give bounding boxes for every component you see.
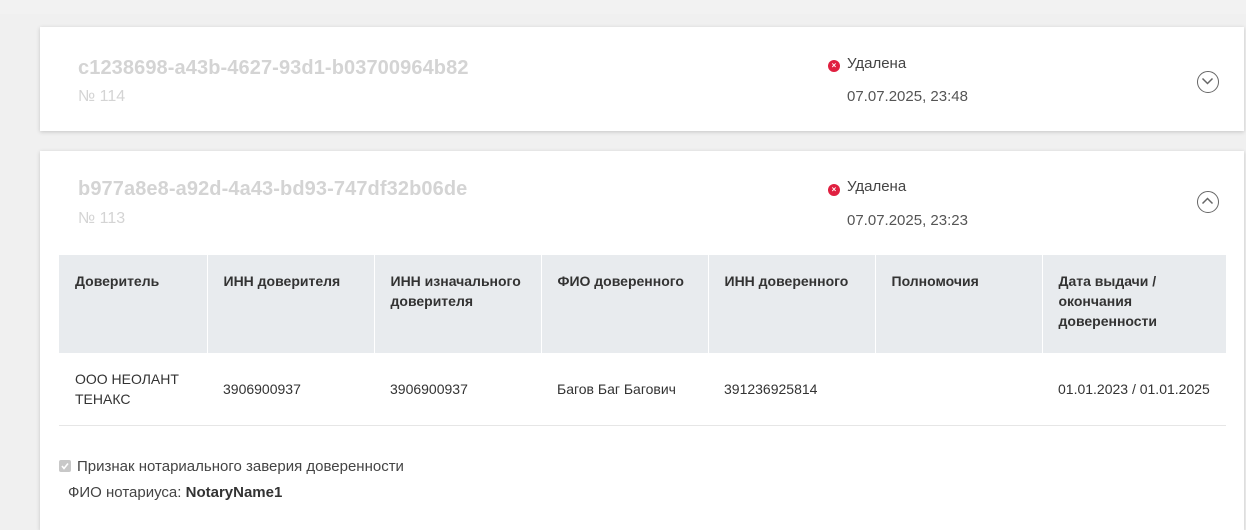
chevron-up-circle-icon[interactable] bbox=[1197, 191, 1219, 213]
status-date: 07.07.2025, 23:23 bbox=[847, 212, 968, 229]
column-header-principal-inn: ИНН доверителя bbox=[207, 255, 375, 353]
checkbox-checked-icon bbox=[59, 460, 71, 472]
column-header-attorney-name: ФИО доверенного bbox=[541, 255, 709, 353]
card-number: № 114 bbox=[78, 88, 126, 105]
notary-flag: Признак нотариального заверия довереннос… bbox=[59, 458, 404, 475]
column-header-dates: Дата выдачи / окончания доверенности bbox=[1042, 255, 1226, 353]
notary-flag-label: Признак нотариального заверия довереннос… bbox=[77, 458, 404, 475]
attorney-table: Доверитель ИНН доверителя ИНН изначально… bbox=[59, 255, 1226, 426]
table-header-row: Доверитель ИНН доверителя ИНН изначально… bbox=[59, 255, 1226, 353]
column-header-principal: Доверитель bbox=[59, 255, 208, 353]
status-deleted-icon: × bbox=[828, 184, 840, 196]
card-id: c1238698-a43b-4627-93d1-b03700964b82 bbox=[78, 57, 469, 79]
status-label: Удалена bbox=[847, 55, 907, 72]
card-id: b977a8e8-a92d-4a43-bd93-747df32b06de bbox=[78, 178, 468, 200]
cell-original-principal-inn: 3906900937 bbox=[374, 353, 541, 426]
chevron-down-circle-icon[interactable] bbox=[1197, 71, 1219, 93]
cell-principal: ООО НЕОЛАНТ ТЕНАКС bbox=[59, 353, 207, 426]
cell-principal-inn: 3906900937 bbox=[207, 353, 374, 426]
cell-dates: 01.01.2023 / 01.01.2025 bbox=[1042, 353, 1226, 426]
status-label: Удалена bbox=[847, 178, 907, 195]
cell-attorney-name: Багов Баг Багович bbox=[541, 353, 708, 426]
cell-attorney-inn: 391236925814 bbox=[708, 353, 875, 426]
notary-name: ФИО нотариуса: NotaryName1 bbox=[68, 484, 282, 501]
notary-name-value: NotaryName1 bbox=[185, 484, 283, 501]
notary-name-label: ФИО нотариуса: bbox=[68, 484, 182, 501]
card-number: № 113 bbox=[78, 210, 126, 227]
status-deleted-icon: × bbox=[828, 60, 840, 72]
column-header-powers: Полномочия bbox=[875, 255, 1043, 353]
cell-powers bbox=[875, 353, 1042, 426]
power-of-attorney-card-113[interactable]: b977a8e8-a92d-4a43-bd93-747df32b06de № 1… bbox=[40, 151, 1244, 530]
top-band bbox=[0, 0, 1246, 14]
power-of-attorney-card-114[interactable]: c1238698-a43b-4627-93d1-b03700964b82 № 1… bbox=[40, 27, 1244, 131]
status-date: 07.07.2025, 23:48 bbox=[847, 88, 968, 105]
column-header-attorney-inn: ИНН доверенного bbox=[708, 255, 876, 353]
column-header-original-principal-inn: ИНН изначального доверителя bbox=[374, 255, 542, 353]
table-row: ООО НЕОЛАНТ ТЕНАКС 3906900937 3906900937… bbox=[59, 353, 1226, 426]
